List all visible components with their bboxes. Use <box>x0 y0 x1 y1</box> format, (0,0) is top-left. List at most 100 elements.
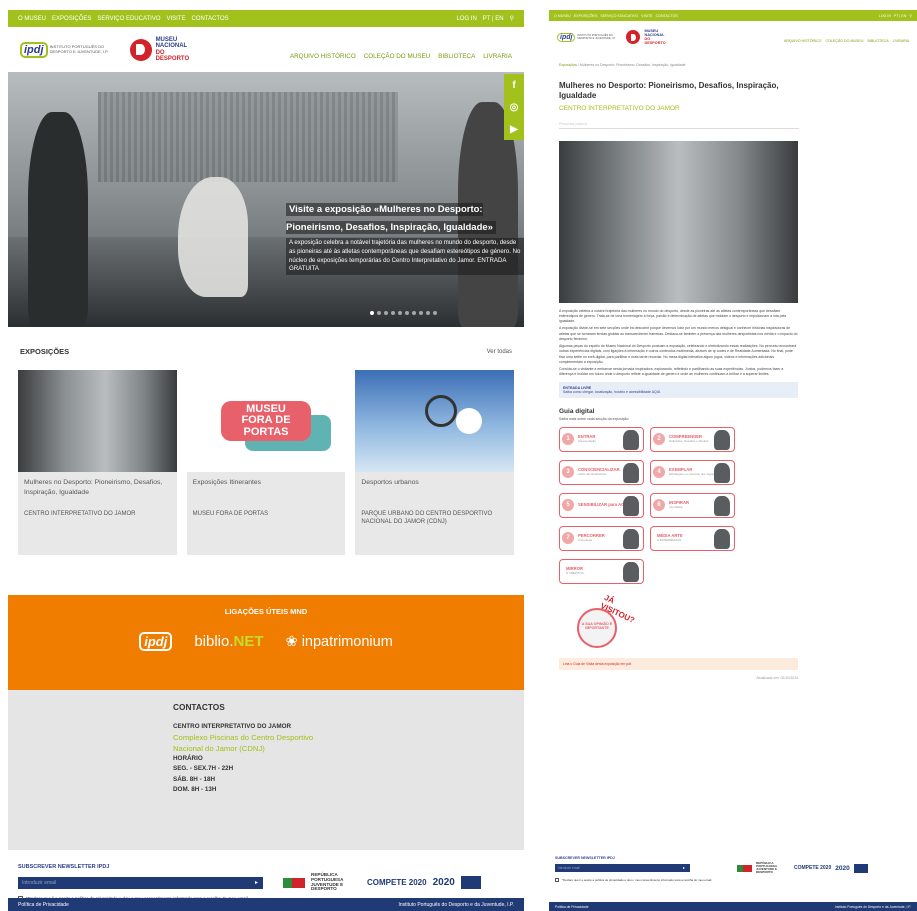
slider-dot[interactable] <box>391 311 395 315</box>
nav-servico-educativo[interactable]: SERVIÇO EDUCATIVO <box>97 16 160 22</box>
museum-logo[interactable]: MUSEU NACIONAL DO DESPORTO <box>129 37 189 62</box>
footer-org: Instituto Português do Desporto e da Juv… <box>398 901 514 908</box>
slider-dot[interactable] <box>426 311 430 315</box>
museum-logo[interactable]: MUSEU NACIONAL DO DESPORTO <box>626 29 666 45</box>
privacy-link[interactable]: Política de Privacidade <box>18 902 69 908</box>
slider-dot[interactable] <box>370 311 374 315</box>
login-link[interactable]: LOG IN <box>456 16 476 22</box>
nav-livraria[interactable]: LIVRARIA <box>893 39 909 43</box>
card-title: Exposições Itinerantes <box>192 479 262 486</box>
consent-checkbox[interactable] <box>555 877 559 882</box>
athlete-figure <box>714 528 730 549</box>
search-icon[interactable]: ⚲ <box>909 14 912 18</box>
guide-tile[interactable]: MÉDIA ARTE & EXPERIÊNCIAS <box>650 525 735 551</box>
guide-subtitle: Saiba mais sobre cada secção da exposiçã… <box>559 416 630 421</box>
nav-o-museu[interactable]: O MUSEU <box>18 16 46 22</box>
entry-link[interactable]: Saiba como chegar, localização, horário … <box>563 390 661 394</box>
exhibition-card[interactable]: Desportos urbanos PARQUE URBANO DO CENTR… <box>355 370 515 555</box>
hours-label: HORÁRIO <box>173 755 203 763</box>
hero-image-boxer <box>28 112 88 327</box>
nav-biblioteca[interactable]: BIBLIOTECA <box>438 53 475 60</box>
footer: Política de Privacidade Instituto Portug… <box>8 898 524 911</box>
guide-tile[interactable]: 5 SENSIBILIZAR para AGIR <box>559 492 644 518</box>
slider-dot[interactable] <box>412 311 416 315</box>
language-switch[interactable]: PT | EN <box>483 16 504 22</box>
slider-dot[interactable] <box>405 311 409 315</box>
newsletter-email-input[interactable]: Introduzir email <box>555 864 690 873</box>
exhibition-description: A exposição celebra a notável trajetória… <box>549 303 808 378</box>
nav-biblioteca[interactable]: BIBLIOTECA <box>867 39 888 43</box>
exhibitions-header: EXPOSIÇÕES Ver todas <box>8 327 524 356</box>
privacy-link[interactable]: Política de Privacidade <box>555 905 589 909</box>
paragraph: Convida-se o visitante a embarcar nesta … <box>559 367 784 377</box>
social-links: f ◎ ▶ <box>504 74 524 140</box>
guide-tile[interactable]: 7 PERCORRER Cronologia <box>559 525 644 551</box>
visit-guide-note[interactable]: Leia o Guia de Visita desta exposição em… <box>559 657 798 670</box>
slider-dot[interactable] <box>377 311 381 315</box>
exhibition-card[interactable]: MUSEU FORA DE PORTAS Exposições Itineran… <box>186 370 346 555</box>
athlete-figure <box>623 528 639 549</box>
hero-caption[interactable]: Visite a exposição «Mulheres no Desporto… <box>286 199 524 276</box>
slider-dot[interactable] <box>384 311 388 315</box>
guide-tile[interactable]: 6 INSPIRAR nos Média <box>650 492 735 518</box>
guide-tile[interactable]: 4 EXEMPLAR Estratégias e o exemplo dos Jog… <box>650 459 735 485</box>
hours-sunday: DOM. 8H - 13H <box>173 785 217 793</box>
guide-tile[interactable]: 3 CONSCIENCIALIZAR sobre das Estatísticas <box>559 459 644 485</box>
footer-org: Instituto Português do Desporto e da Juv… <box>834 904 911 909</box>
slider-dot[interactable] <box>419 311 423 315</box>
nav-contactos[interactable]: CONTACTOS <box>192 16 229 22</box>
contacts-title: CONTACTOS <box>173 702 225 712</box>
nav-arquivo-historico[interactable]: ARQUIVO HISTÓRICO <box>290 53 356 60</box>
museu-fora-portas-logo: MUSEU FORA DE PORTAS <box>221 400 311 442</box>
search-input[interactable]: Pesquisar palavra <box>559 122 799 129</box>
center-address[interactable]: Complexo Piscinas do Centro Desportivo N… <box>173 732 333 754</box>
biblionet-link[interactable]: biblio.NET <box>194 633 263 650</box>
top-bar: O MUSEU EXPOSIÇÕES SERVIÇO EDUCATIVO VIS… <box>8 10 524 27</box>
guide-tile[interactable]: 2 COMPREENDER Definições, Desafios e Direi… <box>650 426 735 452</box>
nav-visite[interactable]: VISITE <box>641 14 652 18</box>
login-link[interactable]: LOG IN <box>879 14 891 18</box>
compete-logo: COMPETE 2020 <box>794 865 832 872</box>
nav-contactos[interactable]: CONTACTOS <box>656 14 678 18</box>
useful-links-title: LIGAÇÕES ÚTEIS MND <box>224 607 308 616</box>
youtube-icon[interactable]: ▶ <box>510 118 518 140</box>
exhibitions-title: EXPOSIÇÕES <box>20 347 70 356</box>
instagram-icon[interactable]: ◎ <box>510 96 519 118</box>
athlete-figure <box>714 429 730 450</box>
nav-colecao[interactable]: COLEÇÃO DO MUSEU <box>364 53 430 60</box>
nav-arquivo-historico[interactable]: ARQUIVO HISTÓRICO <box>784 39 822 43</box>
facebook-icon[interactable]: f <box>512 74 515 96</box>
ipdj-logo[interactable]: ipdj INSTITUTO PORTUGUÊS DO DESPORTO E J… <box>20 41 114 58</box>
search-icon[interactable]: ⚲ <box>510 15 514 22</box>
inpatrimonium-link[interactable]: ❀ inpatrimonium <box>286 634 393 650</box>
ipdj-logo[interactable]: ipdj INSTITUTO PORTUGUÊS DO DESPORTO E J… <box>557 32 617 42</box>
main-nav: ARQUIVO HISTÓRICO COLEÇÃO DO MUSEU BIBLI… <box>784 39 909 43</box>
nav-livraria[interactable]: LIVRARIA <box>483 53 512 60</box>
card-title: Desportos urbanos <box>361 479 419 486</box>
hero-slider[interactable]: f ◎ ▶ Visite a exposição «Mulheres no De… <box>8 72 524 327</box>
digital-guide: Guia digital Saiba mais sobre cada secçã… <box>549 398 917 584</box>
guide-tile[interactable]: MIRROR & CRÉDITOS <box>559 558 644 584</box>
exhibition-card[interactable]: Mulheres no Desporto: Pioneirismo, Desaf… <box>18 370 177 555</box>
ipdj-link[interactable]: ipdj <box>139 632 173 651</box>
feedback-badge[interactable]: A SUA OPINIÃO É IMPORTANTE JÁ VISITOU? <box>559 593 636 648</box>
slider-dot[interactable] <box>398 311 402 315</box>
nav-visite[interactable]: VISITE <box>167 16 186 22</box>
newsletter-label: SUBSCREVER NEWSLETTER IPDJ <box>18 864 110 870</box>
see-all-link[interactable]: Ver todas <box>487 349 512 355</box>
language-switch[interactable]: PT | EN <box>894 14 906 18</box>
paragraph: Algumas peças do espólio do Museu Nacion… <box>559 344 797 364</box>
nav-exposicoes[interactable]: EXPOSIÇÕES <box>52 16 91 22</box>
athlete-figure <box>714 495 730 516</box>
republica-logo-text: REPÚBLICA PORTUGUESA JUVENTUDE E DESPORT… <box>756 861 778 875</box>
slider-dot[interactable] <box>433 311 437 315</box>
museum-logo-mark <box>129 38 152 61</box>
breadcrumb-exposicoes[interactable]: Exposições <box>559 63 577 67</box>
nav-colecao[interactable]: COLEÇÃO DO MUSEU <box>825 39 863 43</box>
funding-logos: REPÚBLICA PORTUGUESA JUVENTUDE E DESPORT… <box>737 861 868 875</box>
newsletter-email-input[interactable]: Introduzir email <box>18 876 263 889</box>
nav-servico-educativo[interactable]: SERVIÇO EDUCATIVO <box>600 14 638 18</box>
nav-exposicoes[interactable]: EXPOSIÇÕES <box>574 14 598 18</box>
guide-tile[interactable]: 1 ENTRAR Apresentação <box>559 426 644 452</box>
nav-o-museu[interactable]: O MUSEU <box>554 14 571 18</box>
